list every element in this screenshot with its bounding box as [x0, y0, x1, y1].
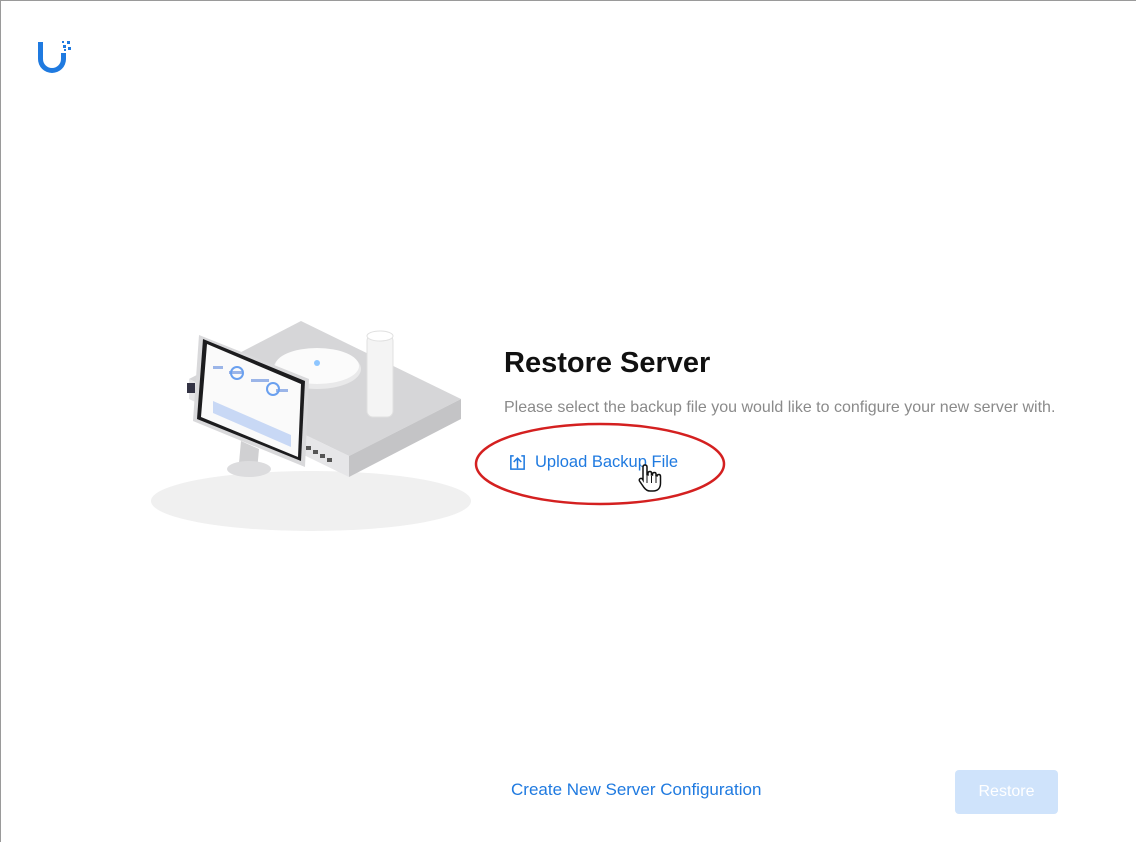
upload-backup-file-label: Upload Backup File	[535, 453, 679, 471]
restore-button[interactable]: Restore	[955, 770, 1058, 814]
create-new-server-configuration-link[interactable]: Create New Server Configuration	[511, 780, 761, 800]
page-title: Restore Server	[504, 347, 711, 379]
upload-backup-file-link[interactable]: Upload Backup File	[508, 453, 678, 472]
restore-content: Restore Server Please select the backup …	[504, 343, 1124, 419]
restore-server-page: Restore Server Please select the backup …	[0, 0, 1136, 842]
ubiquiti-logo-icon	[38, 41, 71, 73]
page-subtitle: Please select the backup file you would …	[504, 399, 1056, 416]
upload-icon	[510, 455, 525, 470]
server-hardware-illustration	[151, 321, 471, 531]
